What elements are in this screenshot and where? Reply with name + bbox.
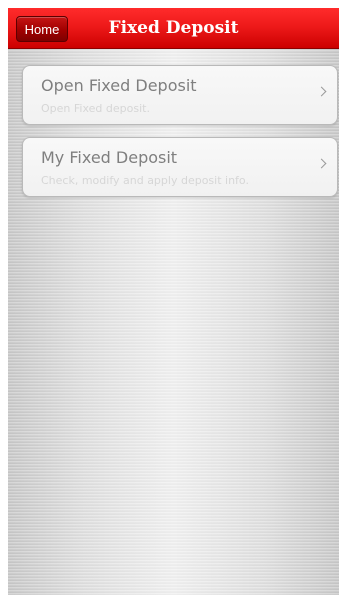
open-fixed-deposit-item[interactable]: Open Fixed Deposit Open Fixed deposit. (22, 65, 338, 125)
my-fixed-deposit-item[interactable]: My Fixed Deposit Check, modify and apply… (22, 137, 338, 197)
open-fixed-deposit-title: Open Fixed Deposit (41, 76, 197, 95)
chevron-right-icon (316, 86, 327, 97)
my-fixed-deposit-title: My Fixed Deposit (41, 148, 178, 167)
app-screen: Home Fixed Deposit Open Fixed Deposit Op… (8, 8, 339, 595)
home-button[interactable]: Home (16, 16, 68, 42)
header-bar: Home Fixed Deposit (8, 8, 339, 48)
my-fixed-deposit-subtitle: Check, modify and apply deposit info. (41, 174, 249, 187)
open-fixed-deposit-subtitle: Open Fixed deposit. (41, 102, 150, 115)
chevron-right-icon (316, 158, 327, 169)
